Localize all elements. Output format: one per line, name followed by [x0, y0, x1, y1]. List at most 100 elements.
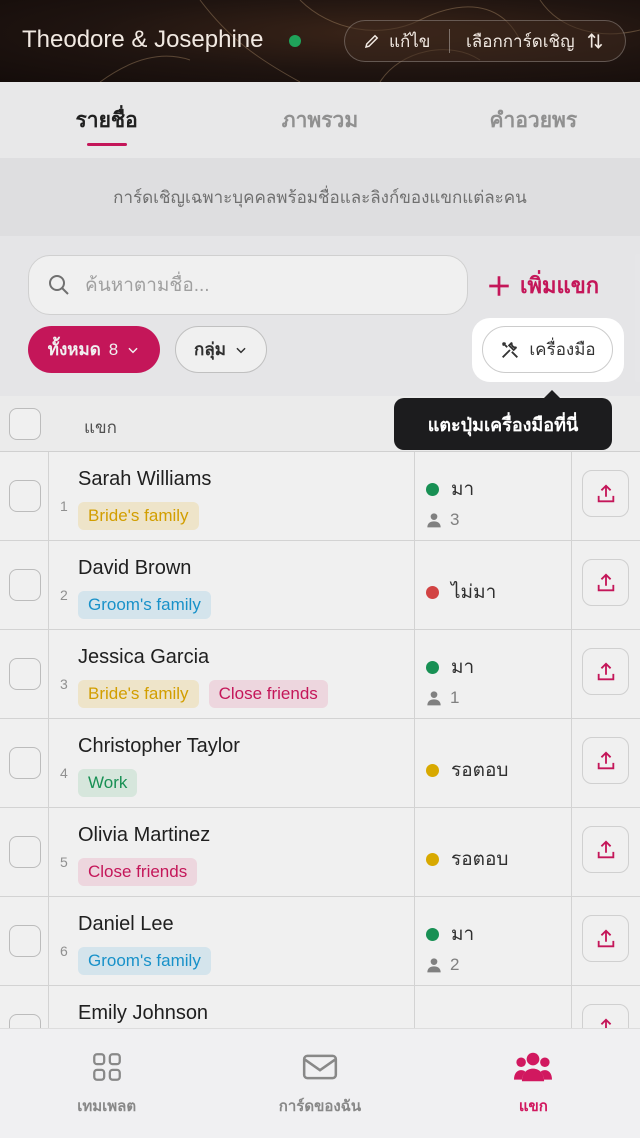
filter-group-chip[interactable]: กลุ่ม: [175, 326, 267, 373]
attendee-count-value: 2: [450, 955, 460, 974]
guest-name: David Brown: [78, 557, 192, 579]
column-divider: [48, 630, 49, 718]
status-label: ไม่มา: [451, 582, 497, 603]
group-tag: Close friends: [78, 858, 198, 886]
column-divider: [48, 897, 49, 985]
table-row[interactable]: 3 Jessica Garcia Bride's family Close fri…: [0, 630, 640, 719]
table-row[interactable]: 6 Daniel Lee Groom's family มา 2: [0, 897, 640, 986]
status-label: มา: [451, 657, 475, 678]
nav-templates[interactable]: เทมเพลต: [0, 1029, 213, 1138]
share-button[interactable]: [582, 915, 629, 962]
row-number: 3: [60, 676, 68, 692]
attendee-count: 1: [426, 688, 459, 708]
nav-my-cards-label: การ์ดของฉัน: [278, 1097, 362, 1115]
share-icon: [597, 839, 614, 858]
table-row[interactable]: 1 Sarah Williams Bride's family มา 3: [0, 452, 640, 541]
search-placeholder: ค้นหาตามชื่อ...: [85, 275, 210, 296]
table-row[interactable]: 2 David Brown Groom's family ไม่มา: [0, 541, 640, 630]
column-divider: [48, 808, 49, 896]
couple-title: Theodore & Josephine: [22, 26, 264, 53]
status-label: รอตอบ: [451, 760, 509, 781]
tag-list: Work: [78, 769, 138, 797]
table-row[interactable]: 5 Olivia Martinez Close friends รอตอบ: [0, 808, 640, 897]
group-tag: Bride's family: [78, 680, 199, 708]
nav-guests[interactable]: แขก: [427, 1029, 640, 1138]
row-checkbox[interactable]: [9, 658, 41, 690]
tab-overview[interactable]: ภาพรวม: [213, 82, 426, 158]
filter-all-count: 8: [108, 339, 119, 359]
table-row[interactable]: 7 Emily Johnson มา: [0, 986, 640, 1030]
tools-icon: [502, 341, 519, 358]
plus-icon: [489, 275, 509, 296]
tag-list: Close friends: [78, 858, 198, 886]
status-dot: [426, 852, 439, 866]
guest-name: Christopher Taylor: [78, 735, 240, 757]
row-checkbox[interactable]: [9, 836, 41, 868]
share-button[interactable]: [582, 559, 629, 606]
tag-list: Bride's family: [78, 502, 199, 530]
search-input[interactable]: ค้นหาตามชื่อ...: [28, 255, 468, 315]
group-tag: Groom's family: [78, 947, 211, 975]
status-dot: [426, 927, 439, 941]
share-button[interactable]: [582, 826, 629, 873]
share-icon: [597, 572, 614, 591]
column-divider: [571, 630, 572, 718]
page-subtitle: การ์ดเชิญเฉพาะบุคคลพร้อมชื่อและลิงก์ของแ…: [0, 158, 640, 236]
app-header: Theodore & Josephine แก้ไข เลือกการ์ดเชิ…: [0, 0, 640, 82]
column-divider: [414, 541, 415, 629]
guest-name: Olivia Martinez: [78, 824, 211, 846]
column-divider: [414, 897, 415, 985]
column-divider: [48, 541, 49, 629]
status-label: มา: [451, 479, 475, 500]
column-divider: [571, 897, 572, 985]
coach-mark-tooltip: แตะปุ่มเครื่องมือที่นี่: [394, 390, 612, 450]
add-guest-button[interactable]: เพิ่มแขก: [486, 268, 599, 303]
tab-list[interactable]: รายชื่อ: [0, 82, 213, 158]
group-tag: Work: [78, 769, 138, 797]
group-tag: Close friends: [208, 680, 328, 708]
status-dot: [426, 482, 439, 496]
tools-button[interactable]: เครื่องมือ: [482, 326, 613, 373]
tag-list: Groom's family: [78, 947, 211, 975]
rsvp-status: มา: [426, 919, 474, 949]
column-divider: [414, 452, 415, 540]
bottom-navigation: เทมเพลต การ์ดของฉัน แขก: [0, 1028, 640, 1138]
table-row[interactable]: 4 Christopher Taylor Work รอตอบ: [0, 719, 640, 808]
guest-column-header: แขก: [84, 418, 117, 437]
status-dot: [426, 585, 439, 599]
add-guest-label: เพิ่มแขก: [520, 273, 600, 298]
select-all-checkbox[interactable]: [9, 408, 41, 440]
status-dot: [426, 763, 439, 777]
tag-list: Bride's family Close friends: [78, 680, 328, 708]
column-divider: [571, 452, 572, 540]
nav-my-cards[interactable]: การ์ดของฉัน: [213, 1029, 426, 1138]
edit-button[interactable]: แก้ไข: [345, 28, 449, 55]
attendee-count-value: 3: [450, 510, 460, 529]
online-status-dot: [289, 35, 301, 47]
grid-icon: [92, 1052, 121, 1081]
share-button[interactable]: [582, 648, 629, 695]
share-button[interactable]: [582, 470, 629, 517]
status-dot: [426, 660, 439, 674]
tab-wishes[interactable]: คำอวยพร: [427, 82, 640, 158]
group-tag: Groom's family: [78, 591, 211, 619]
column-divider: [48, 986, 49, 1030]
row-checkbox[interactable]: [9, 480, 41, 512]
row-checkbox[interactable]: [9, 747, 41, 779]
share-button[interactable]: [582, 1004, 629, 1030]
guest-name: Sarah Williams: [78, 468, 212, 490]
row-number: 6: [60, 943, 68, 959]
nav-templates-label: เทมเพลต: [77, 1097, 137, 1115]
tools-label: เครื่องมือ: [529, 340, 596, 359]
row-checkbox[interactable]: [9, 925, 41, 957]
filter-all-chip[interactable]: ทั้งหมด 8: [28, 326, 160, 373]
column-divider: [48, 452, 49, 540]
attendee-count: 3: [426, 510, 459, 530]
column-divider: [414, 986, 415, 1030]
attendee-count-value: 1: [450, 688, 460, 707]
column-divider: [571, 808, 572, 896]
share-button[interactable]: [582, 737, 629, 784]
choose-card-button[interactable]: เลือกการ์ดเชิญ: [450, 28, 605, 55]
guest-name: Emily Johnson: [78, 1002, 209, 1024]
row-checkbox[interactable]: [9, 569, 41, 601]
